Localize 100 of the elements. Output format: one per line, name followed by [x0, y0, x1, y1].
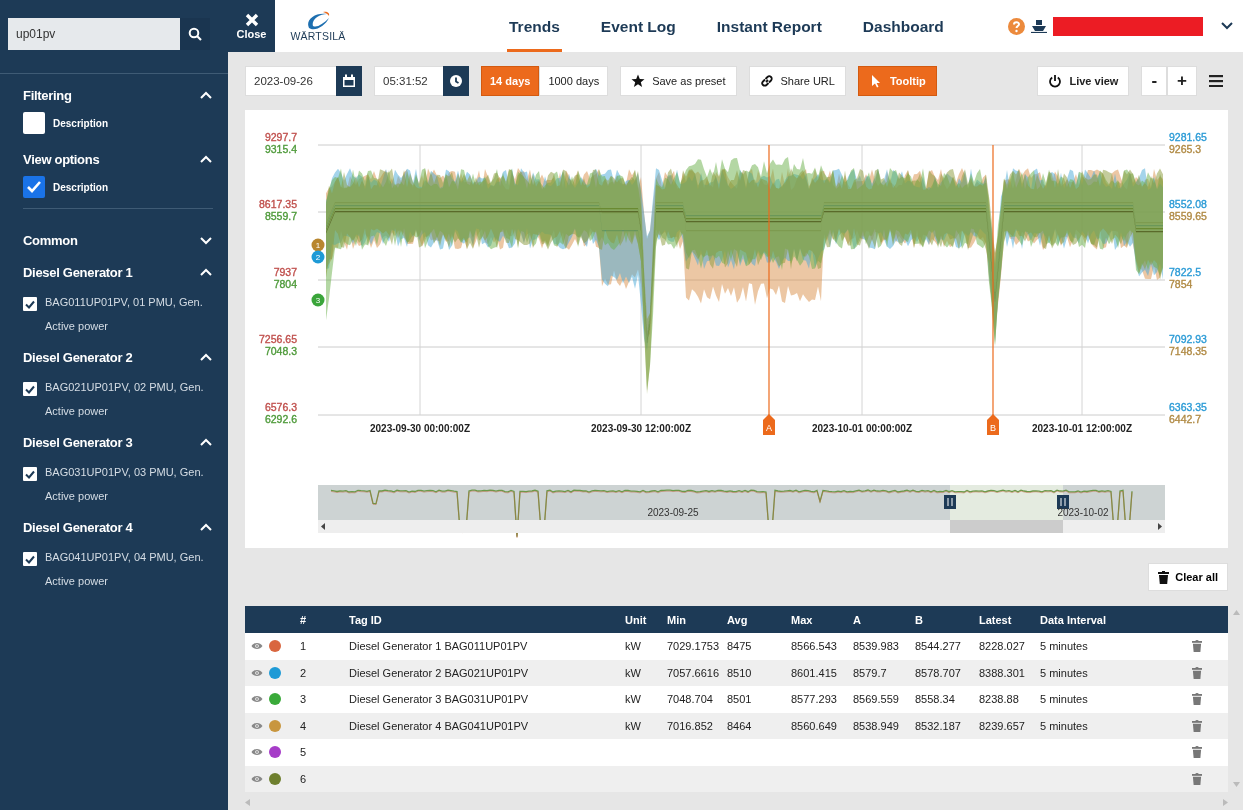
checkbox[interactable]	[23, 297, 37, 311]
star-icon	[631, 74, 646, 88]
axis-label: 6576.3	[264, 401, 297, 413]
help-icon[interactable]	[1008, 17, 1025, 35]
trash-icon[interactable]	[1192, 772, 1202, 785]
trash-icon[interactable]	[1192, 719, 1202, 732]
series-color-dot[interactable]	[269, 666, 281, 679]
group-heading[interactable]: Diesel Generator 1	[23, 264, 133, 280]
checkbox[interactable]	[23, 112, 45, 134]
axis-label: 8559.7	[264, 210, 297, 222]
table-cell-text: 8388.301	[978, 666, 1026, 679]
table-cell-text: Diesel Generator 4 BAG041UP01PV	[348, 719, 530, 732]
table-cell-text: 4	[299, 719, 308, 732]
series-color-dot[interactable]	[269, 693, 281, 706]
check-icon	[25, 384, 35, 394]
trash-icon[interactable]	[1192, 666, 1202, 679]
table-cell-text: 7048.704	[666, 693, 714, 706]
trash-icon[interactable]	[1192, 640, 1202, 653]
table-cell-text: 8510	[726, 666, 753, 679]
table-cell-text: 8544.277	[914, 640, 962, 653]
zoom-in-button[interactable]: +	[1167, 66, 1197, 96]
series-color-dot[interactable]	[269, 640, 281, 653]
scroll-right-icon[interactable]	[1158, 523, 1162, 530]
group-heading[interactable]: Diesel Generator 4	[23, 519, 133, 535]
scrollbar-thumb[interactable]	[950, 520, 1063, 533]
eye-icon[interactable]	[251, 748, 263, 757]
navigator-handle[interactable]	[1057, 495, 1069, 509]
axis-label: 7092.93	[1169, 333, 1207, 345]
live-view-button[interactable]: Live view	[1037, 66, 1130, 96]
column-header[interactable]: A	[845, 613, 907, 626]
eye-icon[interactable]	[251, 695, 263, 704]
date-field[interactable]: 2023-09-26	[245, 66, 336, 96]
calendar-button[interactable]	[336, 66, 362, 96]
search-icon	[188, 27, 202, 41]
caret-up-icon[interactable]	[200, 154, 212, 164]
caret-up-icon[interactable]	[200, 437, 212, 447]
time-field[interactable]: 05:31:52	[374, 66, 443, 96]
clear-all-button[interactable]: Clear all	[1148, 563, 1228, 591]
caret-up-icon[interactable]	[200, 267, 212, 277]
table-cell-text: kW	[624, 693, 642, 706]
clock-button[interactable]	[443, 66, 469, 96]
column-header[interactable]: Max	[783, 613, 845, 626]
menu-icon[interactable]	[1209, 75, 1223, 87]
column-header[interactable]: Latest	[971, 613, 1032, 626]
series-color-dot[interactable]	[269, 772, 281, 785]
column-header[interactable]: Tag ID	[341, 613, 617, 626]
checkbox[interactable]	[23, 382, 37, 396]
share-url-button[interactable]: Share URL	[748, 66, 846, 96]
table-cell-text: 7057.6616	[666, 666, 719, 679]
nav-tab[interactable]: Event Log	[598, 0, 678, 52]
column-header[interactable]: B	[907, 613, 971, 626]
table-cell-text: 8566.543	[790, 640, 838, 653]
eye-icon[interactable]	[251, 774, 263, 783]
time-axis-label: 2023-09-30 12:00:00Z	[590, 423, 692, 434]
close-button[interactable]: Close	[228, 0, 275, 52]
nav-tab[interactable]: Trends	[507, 0, 562, 52]
column-header[interactable]: Data Interval	[1032, 613, 1170, 626]
table-cell-text: 8532.187	[914, 719, 962, 732]
section-heading[interactable]: View options	[23, 151, 100, 167]
series-color-dot[interactable]	[269, 746, 281, 759]
eye-icon[interactable]	[251, 642, 263, 651]
table-cell-text: kW	[624, 640, 642, 653]
caret-up-icon[interactable]	[200, 90, 212, 100]
search-field[interactable]: up01pv	[8, 18, 180, 50]
checkbox[interactable]	[23, 467, 37, 481]
calendar-icon	[342, 74, 356, 88]
group-heading[interactable]: Diesel Generator 3	[23, 434, 133, 450]
caret-down-icon[interactable]	[200, 235, 212, 245]
trash-icon	[1158, 570, 1170, 584]
chevron-down-icon[interactable]	[1221, 22, 1233, 30]
group-heading[interactable]: Diesel Generator 2	[23, 349, 133, 365]
nav-tab[interactable]: Instant Report	[714, 0, 824, 52]
caret-up-icon[interactable]	[200, 352, 212, 362]
table-cell-text: kW	[624, 719, 642, 732]
option-label: Description	[53, 117, 108, 129]
group-heading[interactable]: Common	[23, 232, 78, 248]
scroll-left-icon[interactable]	[321, 523, 325, 530]
checkbox[interactable]	[23, 176, 45, 198]
zoom-out-button[interactable]: -	[1141, 66, 1168, 96]
eye-icon[interactable]	[251, 721, 263, 730]
column-header[interactable]: #	[292, 613, 341, 626]
trash-icon[interactable]	[1192, 746, 1202, 759]
column-header[interactable]: Avg	[719, 613, 783, 626]
save-preset-button[interactable]: Save as preset	[620, 66, 737, 96]
column-header[interactable]: Unit	[617, 613, 659, 626]
table-cell-text: 8238.88	[978, 693, 1020, 706]
section-heading[interactable]: Filtering	[23, 87, 72, 103]
column-header[interactable]: Min	[659, 613, 719, 626]
table-cell-text: Diesel Generator 3 BAG031UP01PV	[348, 693, 530, 706]
navigator-handle[interactable]	[944, 495, 956, 509]
series-color-dot[interactable]	[269, 719, 281, 732]
eye-icon[interactable]	[251, 668, 263, 677]
nav-tab[interactable]: Dashboard	[860, 0, 946, 52]
caret-up-icon[interactable]	[200, 522, 212, 532]
range-toggle[interactable]: 1000 days	[539, 66, 609, 96]
checkbox[interactable]	[23, 552, 37, 566]
axis-label: 7854	[1169, 278, 1193, 290]
search-button[interactable]	[180, 18, 210, 50]
trash-icon[interactable]	[1192, 693, 1202, 706]
table-cell-text: 8539.983	[852, 640, 900, 653]
